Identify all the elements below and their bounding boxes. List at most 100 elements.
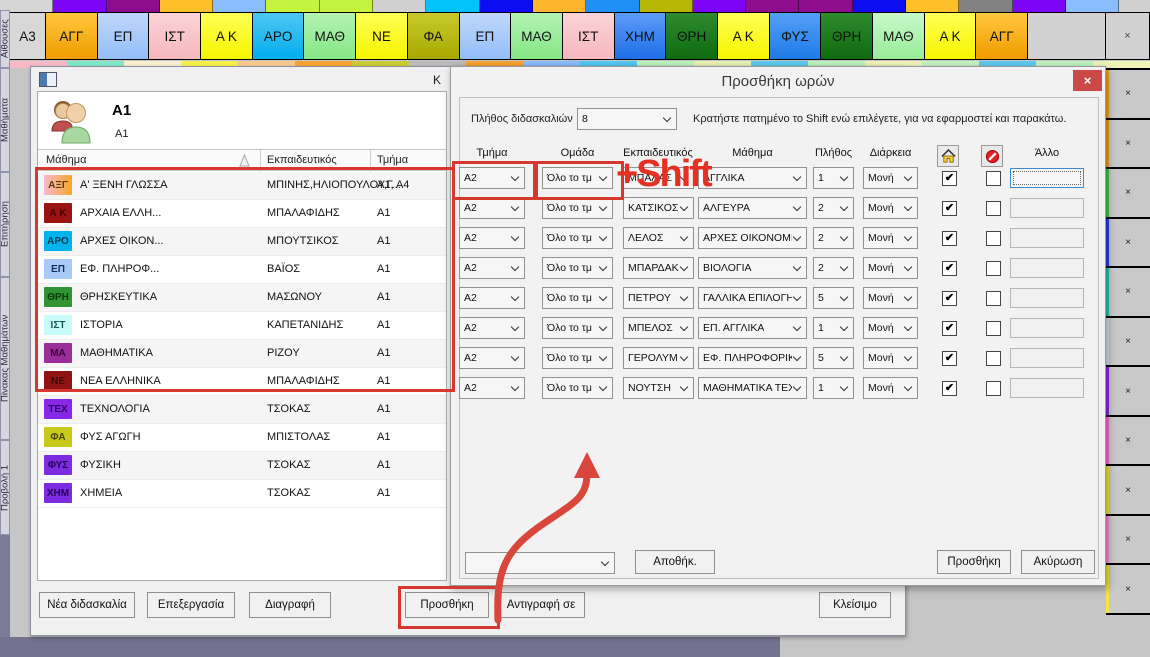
row-omada-select[interactable]: Όλο το τμ [542,257,613,279]
home-checkbox[interactable]: ✔ [942,381,957,396]
forbid-checkbox[interactable] [986,171,1001,186]
row-count-select[interactable]: 5 [813,347,854,369]
row-duration-select[interactable]: Μονή [863,347,918,369]
row-tmima-select[interactable]: Α2 [459,197,525,219]
close-button[interactable]: Κλείσιμο [819,592,891,618]
timetable-mini-cell[interactable] [426,0,479,12]
row-teacher-select[interactable]: ΜΠΕΛΟΣ [623,317,694,339]
row-subject-select[interactable]: ΕΠ. ΑΓΓΛΙΚΑ [698,317,807,339]
timetable-mini-cell[interactable] [799,0,852,12]
row-tmima-select[interactable]: Α2 [459,287,525,309]
sidebar-tab[interactable]: Μαθήματα [0,68,10,172]
subject-tab[interactable]: ΘΡΗ [665,12,718,60]
other-field[interactable] [1010,198,1084,218]
row-duration-select[interactable]: Μονή [863,317,918,339]
row-duration-select[interactable]: Μονή [863,167,918,189]
row-tmima-select[interactable]: Α2 [459,377,525,399]
home-checkbox[interactable]: ✔ [942,291,957,306]
forbid-checkbox[interactable] [986,291,1001,306]
grid-cell[interactable]: × [1106,367,1150,417]
lesson-row[interactable]: ΤΕΧΤΕΧΝΟΛΟΓΙΑΤΣΟΚΑΣΑ1 [38,396,446,424]
grid-cell[interactable]: × [1106,565,1150,615]
forbid-checkbox[interactable] [986,261,1001,276]
subject-tab[interactable]: Α Κ [924,12,977,60]
add-button[interactable]: Προσθήκη [405,592,489,618]
lesson-row[interactable]: ΦΥΣΦΥΣΙΚΗΤΣΟΚΑΣΑ1 [38,452,446,480]
lesson-row[interactable]: ΑΞΓΑ' ΞΕΝΗ ΓΛΩΣΣΑΜΠΙΝΗΣ,ΗΛΙΟΠΟΥΛΟΥ,Γ...Α… [38,172,446,200]
other-field[interactable] [1010,168,1084,188]
delete-icon[interactable]: × [1125,485,1131,496]
timetable-mini-cell[interactable] [53,0,106,12]
subject-tab[interactable]: ΜΑΘ [510,12,563,60]
row-tmima-select[interactable]: Α2 [459,167,525,189]
lesson-row[interactable]: ΕΠΕΦ. ΠΛΗΡΟΦ...ΒΑΪΟΣΑ1 [38,256,446,284]
dialog-add-button[interactable]: Προσθήκη [937,550,1011,574]
timetable-mini-cell[interactable] [586,0,639,12]
row-count-select[interactable]: 1 [813,167,854,189]
row-teacher-select[interactable]: ΛΕΛΟΣ [623,227,694,249]
subject-tab[interactable]: ΧΗΜ [614,12,667,60]
row-duration-select[interactable]: Μονή [863,377,918,399]
subject-tab[interactable]: Α Κ [717,12,770,60]
row-duration-select[interactable]: Μονή [863,257,918,279]
row-count-select[interactable]: 1 [813,317,854,339]
timetable-mini-cell[interactable] [480,0,533,12]
row-teacher-select[interactable]: ΠΕΤΡΟΥ [623,287,694,309]
timetable-mini-cell[interactable] [906,0,959,12]
home-checkbox[interactable]: ✔ [942,201,957,216]
col-teacher[interactable]: Εκπαιδευτικός [267,154,337,166]
row-tmima-select[interactable]: Α2 [459,347,525,369]
row-omada-select[interactable]: Όλο το τμ [542,377,613,399]
row-tmima-select[interactable]: Α2 [459,317,525,339]
delete-icon[interactable]: × [1125,534,1131,545]
timetable-mini-cell[interactable] [533,0,586,12]
grid-cell[interactable]: × [1106,268,1150,318]
delete-icon[interactable]: × [1125,237,1131,248]
forbid-checkbox[interactable] [986,231,1001,246]
row-omada-select[interactable]: Όλο το τμ [542,167,613,189]
row-teacher-select[interactable]: ΚΑΤΣΙΚΟΣ [623,197,694,219]
subject-tab[interactable]: ΜΑΘ [303,12,356,60]
sidebar-tab[interactable]: Αίθουσες [0,10,10,68]
lesson-row[interactable]: Α ΚΑΡΧΑΙΑ ΕΛΛΗ...ΜΠΑΛΑΦΙΔΗΣΑ1 [38,200,446,228]
row-subject-select[interactable]: ΑΓΓΛΙΚΑ [698,167,807,189]
row-count-select[interactable]: 2 [813,227,854,249]
delete-icon[interactable]: × [1125,584,1131,595]
row-omada-select[interactable]: Όλο το τμ [542,317,613,339]
delete-icon[interactable]: × [1125,435,1131,446]
row-duration-select[interactable]: Μονή [863,227,918,249]
row-subject-select[interactable]: ΒΙΟΛΟΓΙΑ [698,257,807,279]
forbid-checkbox[interactable] [986,201,1001,216]
home-checkbox[interactable]: ✔ [942,171,957,186]
row-teacher-select[interactable]: ΓΕΡΟΛΥΜ [623,347,694,369]
row-tmima-select[interactable]: Α2 [459,257,525,279]
grid-cell[interactable]: × [1106,70,1150,120]
row-subject-select[interactable]: ΑΡΧΕΣ ΟΙΚΟΝΟΜΙΙ [698,227,807,249]
grid-cell[interactable]: × [1106,318,1150,368]
cancel-button[interactable]: Ακύρωση [1021,550,1095,574]
copy-to-button[interactable]: Αντιγραφή σε [497,592,585,618]
edit-button[interactable]: Επεξεργασία [147,592,235,618]
timetable-mini-cell[interactable] [1013,0,1066,12]
timetable-mini-cell[interactable] [1119,0,1150,12]
dialog-close-icon[interactable]: × [1073,70,1102,91]
row-subject-select[interactable]: ΑΛΓΕΥΡΑ [698,197,807,219]
forbid-checkbox[interactable] [986,351,1001,366]
other-field[interactable] [1010,258,1084,278]
home-icon[interactable] [937,145,959,167]
timetable-mini-cell[interactable] [320,0,373,12]
timetable-mini-cell[interactable] [266,0,319,12]
col-class[interactable]: Τμήμα [377,154,408,166]
save-button[interactable]: Αποθήκ. [635,550,715,574]
row-omada-select[interactable]: Όλο το τμ [542,197,613,219]
cell-delete-icon[interactable]: × [1105,12,1150,60]
row-tmima-select[interactable]: Α2 [459,227,525,249]
no-entry-icon[interactable] [981,145,1003,167]
forbid-checkbox[interactable] [986,381,1001,396]
timetable-mini-cell[interactable] [693,0,746,12]
lesson-row[interactable]: ΙΣΤΙΣΤΟΡΙΑΚΑΠΕΤΑΝΙΔΗΣΑ1 [38,312,446,340]
forbid-checkbox[interactable] [986,321,1001,336]
timetable-mini-cell[interactable] [213,0,266,12]
row-duration-select[interactable]: Μονή [863,197,918,219]
home-checkbox[interactable]: ✔ [942,231,957,246]
